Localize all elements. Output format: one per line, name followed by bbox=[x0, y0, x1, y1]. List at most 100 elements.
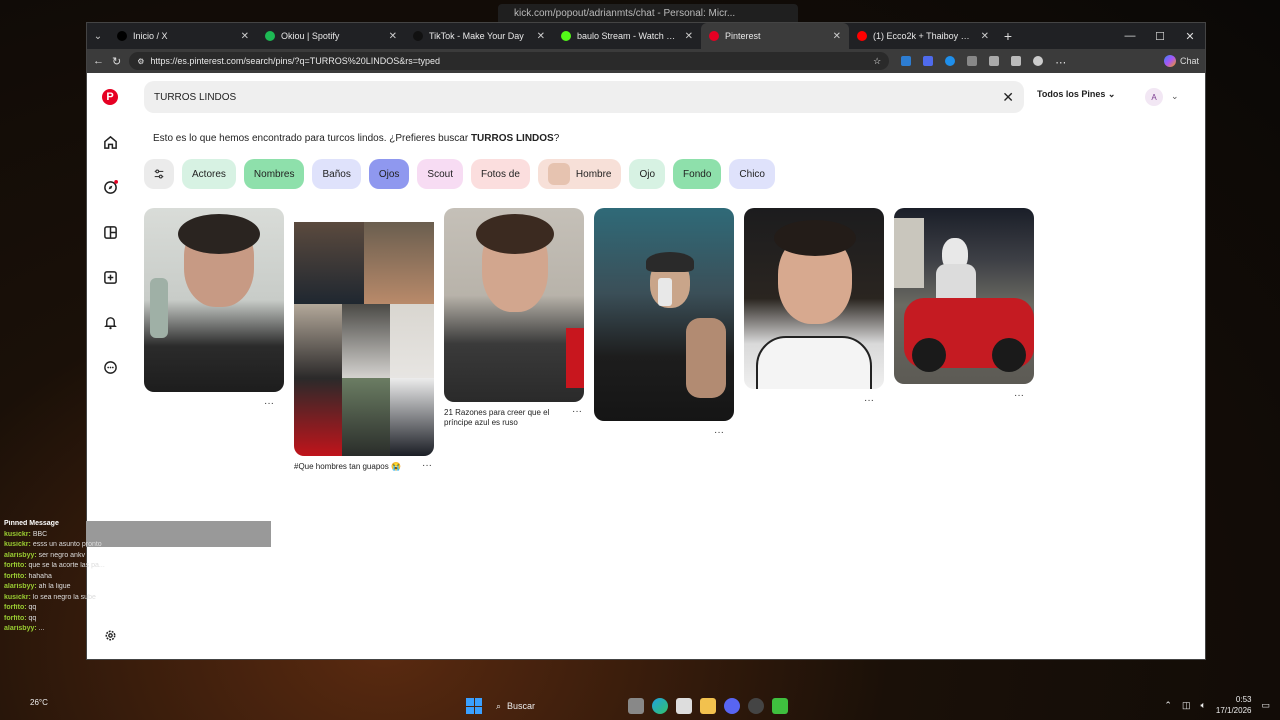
discord-icon[interactable] bbox=[724, 698, 740, 714]
browser-tab[interactable]: Pinterest ✕ bbox=[701, 23, 849, 49]
pin-card[interactable]: ··· bbox=[744, 208, 884, 406]
close-tab-icon[interactable]: ✕ bbox=[537, 31, 545, 42]
avatar[interactable]: A bbox=[1145, 88, 1163, 106]
network-icon[interactable]: ◫ bbox=[1182, 700, 1191, 711]
reload-icon[interactable]: ↻ bbox=[112, 55, 121, 68]
new-tab-button[interactable]: + bbox=[997, 28, 1019, 44]
messages-icon[interactable] bbox=[102, 359, 118, 375]
filter-chip[interactable]: Fondo bbox=[673, 159, 722, 189]
back-icon[interactable]: ← bbox=[93, 55, 104, 67]
taskbar-search[interactable]: ⌕ Buscar bbox=[490, 696, 620, 716]
youtube-icon bbox=[857, 31, 867, 41]
browser-tab[interactable]: Okiou | Spotify ✕ bbox=[257, 23, 405, 49]
close-tab-icon[interactable]: ✕ bbox=[981, 31, 989, 42]
favorite-star-icon[interactable]: ☆ bbox=[873, 56, 881, 67]
explore-icon[interactable] bbox=[102, 179, 118, 195]
filter-chip[interactable]: Baños bbox=[312, 159, 361, 189]
filter-chip[interactable]: Ojos bbox=[368, 159, 410, 189]
site-info-icon[interactable]: ⚙ bbox=[137, 57, 144, 66]
create-icon[interactable] bbox=[102, 269, 118, 285]
filter-chip[interactable]: Chico bbox=[729, 159, 775, 189]
pin-more-options-icon[interactable]: ··· bbox=[864, 395, 874, 406]
extensions-puzzle-icon[interactable] bbox=[989, 56, 1000, 66]
pin-more-options-icon[interactable]: ··· bbox=[264, 398, 274, 409]
account-chevron-down-icon[interactable]: ⌄ bbox=[1171, 91, 1179, 102]
close-tab-icon[interactable]: ✕ bbox=[241, 31, 249, 42]
pin-image[interactable] bbox=[294, 208, 434, 456]
pin-card[interactable]: #Que hombres tan guapos 😭 ··· bbox=[294, 208, 434, 472]
task-view-icon[interactable] bbox=[628, 698, 644, 714]
boards-icon[interactable] bbox=[102, 224, 118, 240]
pin-card[interactable]: ··· bbox=[594, 208, 734, 438]
filter-chip[interactable]: Nombres bbox=[243, 159, 305, 189]
pin-more-options-icon[interactable]: ··· bbox=[572, 405, 582, 418]
pin-card[interactable]: 21 Razones para creer que el príncipe az… bbox=[444, 208, 584, 429]
kick-icon bbox=[561, 31, 571, 41]
maximize-icon[interactable]: ☐ bbox=[1145, 30, 1175, 43]
app-icon[interactable] bbox=[748, 698, 764, 714]
suggestion-query-link[interactable]: TURROS LINDOS bbox=[471, 133, 554, 144]
edge-browser-icon[interactable] bbox=[652, 698, 668, 714]
chat-text: que se la acorte las pa... bbox=[28, 562, 105, 569]
volume-icon[interactable]: 🔈︎ bbox=[1200, 700, 1205, 711]
file-explorer-icon[interactable] bbox=[700, 698, 716, 714]
extension-icon[interactable] bbox=[901, 56, 912, 66]
chat-message: kusickr: lo sea negro la sube bbox=[0, 594, 270, 605]
profile-icon[interactable] bbox=[1033, 56, 1044, 66]
close-tab-icon[interactable]: ✕ bbox=[389, 31, 397, 42]
chat-username: alarisbyy: bbox=[4, 583, 37, 590]
filter-chip[interactable]: Actores bbox=[182, 159, 236, 189]
search-input[interactable]: TURROS LINDOS ✕ bbox=[144, 81, 1024, 113]
filter-chip[interactable]: Fotos de bbox=[470, 159, 530, 189]
copilot-chat-button[interactable]: Chat bbox=[1163, 55, 1199, 67]
collections-icon[interactable] bbox=[1011, 56, 1022, 66]
notifications-icon[interactable]: ▭ bbox=[1261, 700, 1270, 711]
browser-tab[interactable]: Inicio / X ✕ bbox=[109, 23, 257, 49]
pin-card[interactable]: ··· bbox=[894, 208, 1034, 401]
close-tab-icon[interactable]: ✕ bbox=[833, 31, 841, 42]
taskbar-clock[interactable]: 0:53 17/1/2026 bbox=[1216, 694, 1252, 716]
filter-chip-label: Baños bbox=[322, 168, 351, 180]
notifications-bell-icon[interactable] bbox=[102, 314, 118, 330]
pin-image[interactable] bbox=[144, 208, 284, 392]
pin-image[interactable] bbox=[444, 208, 584, 402]
chevron-down-icon: ⌄ bbox=[1107, 89, 1116, 99]
tab-list-dropdown-icon[interactable]: ⌄ bbox=[87, 31, 109, 42]
pin-image[interactable] bbox=[894, 208, 1034, 384]
filter-chip[interactable]: Ojo bbox=[629, 159, 666, 189]
pin-more-options-icon[interactable]: ··· bbox=[1014, 390, 1024, 401]
media-player-icon[interactable] bbox=[772, 698, 788, 714]
minimize-icon[interactable]: — bbox=[1115, 30, 1145, 43]
microsoft-store-icon[interactable] bbox=[676, 698, 692, 714]
start-menu-icon[interactable] bbox=[466, 698, 482, 714]
pin-image[interactable] bbox=[594, 208, 734, 421]
clear-search-icon[interactable]: ✕ bbox=[1002, 89, 1014, 106]
filter-chip-label: Actores bbox=[192, 168, 226, 180]
extension-icon[interactable] bbox=[967, 56, 978, 66]
search-scope-dropdown[interactable]: Todos los Pines ⌄ bbox=[1037, 89, 1115, 100]
close-window-icon[interactable]: ✕ bbox=[1175, 30, 1205, 43]
browser-tab[interactable]: baulo Stream - Watch Live on Kick ✕ bbox=[553, 23, 701, 49]
filter-chip[interactable]: Scout bbox=[417, 159, 463, 189]
browser-tab[interactable]: TikTok - Make Your Day ✕ bbox=[405, 23, 553, 49]
filter-chip[interactable]: Hombre bbox=[537, 159, 622, 189]
extension-icon[interactable] bbox=[923, 56, 934, 66]
chat-username: forfito: bbox=[4, 572, 27, 580]
extension-icons: ⋯ bbox=[901, 56, 1066, 69]
filter-chip-label: Scout bbox=[427, 168, 453, 180]
home-icon[interactable] bbox=[102, 134, 118, 150]
pin-more-options-icon[interactable]: ··· bbox=[714, 427, 724, 438]
tray-chevron-up-icon[interactable]: ⌃ bbox=[1164, 700, 1172, 711]
close-tab-icon[interactable]: ✕ bbox=[685, 31, 693, 42]
weather-temperature[interactable]: 26°C bbox=[30, 698, 48, 707]
pinterest-logo-icon[interactable]: P bbox=[102, 89, 118, 105]
extension-icon[interactable] bbox=[945, 56, 956, 66]
pin-image[interactable] bbox=[744, 208, 884, 389]
browser-tab[interactable]: (1) Ecco2k + Thaiboy Digital ✕ bbox=[849, 23, 997, 49]
windows-taskbar: 26°C ⌕ Buscar ⌃ ◫ 🔈︎ 0:53 17/1/2026 ▭ bbox=[0, 690, 1280, 720]
pin-more-options-icon[interactable]: ··· bbox=[422, 459, 432, 472]
menu-dots-icon[interactable]: ⋯ bbox=[1055, 56, 1066, 69]
address-bar[interactable]: ⚙ https://es.pinterest.com/search/pins/?… bbox=[129, 52, 890, 70]
pin-card[interactable]: ··· bbox=[144, 208, 284, 409]
filter-settings-icon[interactable] bbox=[144, 159, 174, 189]
